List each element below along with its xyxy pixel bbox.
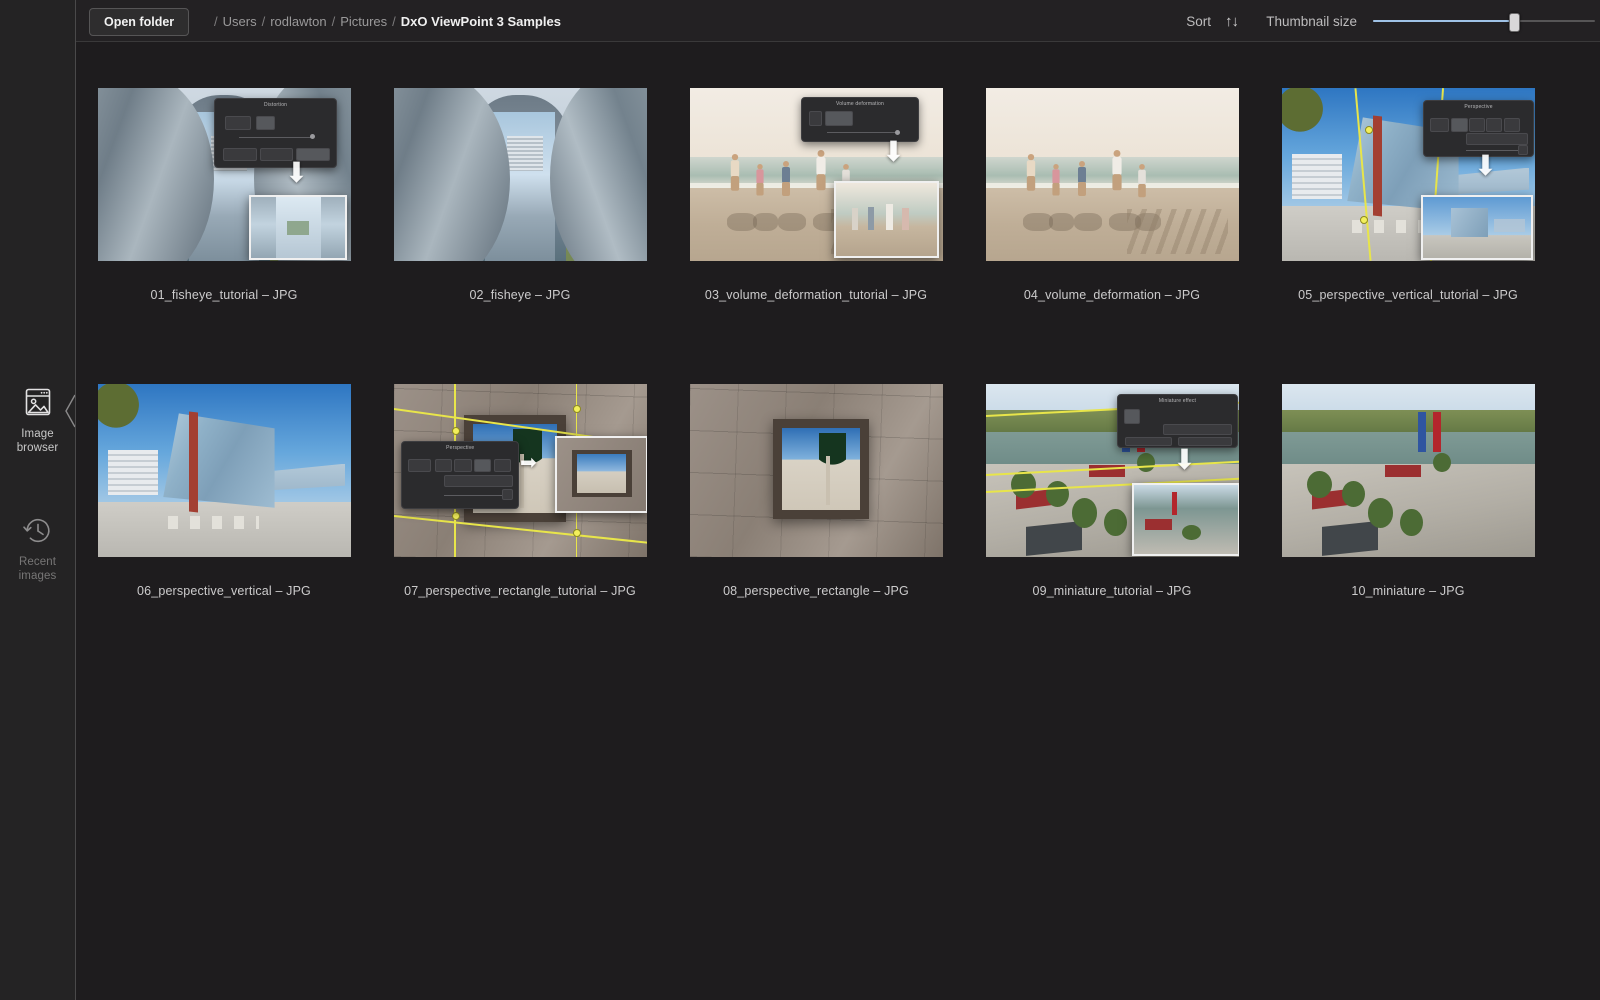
breadcrumb-crumb-rodlawton[interactable]: rodlawton <box>270 14 326 29</box>
overlay-result-preview <box>1421 195 1534 260</box>
overlay-arrow-right-icon: ➡ <box>520 453 537 473</box>
thumbnail-image[interactable]: Miniature effect ⬇ <box>986 384 1239 557</box>
overlay-arrow-down-icon: ⬇ <box>1474 152 1497 180</box>
thumbnail-cell[interactable]: 10_miniature – JPG <box>1260 384 1556 598</box>
breadcrumb-separator: / <box>392 14 396 29</box>
overlay-panel-title: Perspective <box>1424 104 1533 110</box>
overlay-panel: Distortion <box>214 98 337 167</box>
open-folder-label: Open folder <box>104 15 174 29</box>
thumbnail-size-slider[interactable] <box>1373 12 1595 30</box>
perspective-guide-node <box>573 405 581 413</box>
breadcrumb-crumb-pictures[interactable]: Pictures <box>340 14 387 29</box>
thumbnail-caption: 10_miniature – JPG <box>1260 584 1556 598</box>
overlay-panel: Perspective <box>1423 100 1534 157</box>
thumbnail-caption: 02_fisheye – JPG <box>372 288 668 302</box>
overlay-arrow-down-icon: ⬇ <box>882 138 905 166</box>
overlay-panel: Perspective <box>401 441 519 509</box>
thumbnail-image[interactable]: Perspective ➡ <box>394 384 647 557</box>
overlay-panel: Miniature effect <box>1117 394 1238 448</box>
thumbnail-size-label: Thumbnail size <box>1266 14 1357 29</box>
perspective-guide-node <box>452 427 460 435</box>
thumbnail-image[interactable]: Perspective ⬇ <box>1282 88 1535 261</box>
thumbnail-cell[interactable]: Perspective ⬇ 05_perspective_vertical_tu… <box>1260 88 1556 302</box>
image-browser-icon <box>20 386 56 420</box>
overlay-panel-title: Distortion <box>215 102 336 108</box>
left-sidebar: Image browser Recent images <box>0 0 75 1000</box>
overlay-result-preview <box>555 436 646 513</box>
thumbnail-image[interactable] <box>986 88 1239 261</box>
overlay-panel-title: Volume deformation <box>802 101 918 107</box>
sort-control-group: Sort ↑↓ <box>1186 0 1238 42</box>
sort-direction-icon[interactable]: ↑↓ <box>1225 13 1238 30</box>
breadcrumb-separator: / <box>262 14 266 29</box>
overlay-panel: Volume deformation <box>801 97 919 142</box>
thumbnail-image[interactable]: Volume deformation ⬇ <box>690 88 943 261</box>
breadcrumb-separator: / <box>214 14 218 29</box>
thumbnail-caption: 09_miniature_tutorial – JPG <box>964 584 1260 598</box>
breadcrumb-crumb-current: DxO ViewPoint 3 Samples <box>401 14 561 29</box>
overlay-panel-title: Perspective <box>402 445 518 451</box>
overlay-arrow-down-icon: ⬇ <box>1173 446 1196 474</box>
sidebar-item-label-line2: browser <box>17 442 59 454</box>
thumbnail-cell[interactable]: Volume deformation ⬇ 03_volume_deformati… <box>668 88 964 302</box>
perspective-guide-node <box>452 512 460 520</box>
overlay-result-preview <box>249 195 347 260</box>
breadcrumb-crumb-users[interactable]: Users <box>223 14 257 29</box>
thumbnail-image[interactable] <box>394 88 647 261</box>
image-browser-window: Image browser Recent images Ope <box>0 0 1600 1000</box>
thumbnail-image[interactable] <box>98 384 351 557</box>
overlay-panel-title: Miniature effect <box>1118 398 1237 404</box>
slider-track-fill <box>1373 20 1513 22</box>
overlay-arrow-down-icon: ⬇ <box>285 159 308 187</box>
breadcrumb-separator: / <box>332 14 336 29</box>
thumbnail-caption: 08_perspective_rectangle – JPG <box>668 584 964 598</box>
thumbnail-caption: 03_volume_deformation_tutorial – JPG <box>668 288 964 302</box>
slider-handle[interactable] <box>1509 13 1520 32</box>
thumbnail-cell[interactable]: 04_volume_deformation – JPG <box>964 88 1260 302</box>
sidebar-item-label-line2: images <box>19 570 57 582</box>
breadcrumb: / Users / rodlawton / Pictures / DxO Vie… <box>209 0 561 42</box>
overlay-result-preview <box>1132 483 1238 556</box>
thumbnail-cell[interactable]: 02_fisheye – JPG <box>372 88 668 302</box>
thumbnail-size-control-group: Thumbnail size <box>1266 0 1595 42</box>
thumbnail-image[interactable] <box>1282 384 1535 557</box>
thumbnail-grid: Distortion ⬇ 01_fisheye_tutorial – JPG 0… <box>76 43 1600 1000</box>
thumbnail-caption: 04_volume_deformation – JPG <box>964 288 1260 302</box>
sidebar-item-recent-images[interactable]: Recent images <box>0 514 75 583</box>
thumbnail-caption: 06_perspective_vertical – JPG <box>76 584 372 598</box>
thumbnail-cell[interactable]: Distortion ⬇ 01_fisheye_tutorial – JPG <box>76 88 372 302</box>
clock-history-icon <box>20 514 56 548</box>
sidebar-item-label-line1: Image <box>21 428 53 440</box>
thumbnail-cell[interactable]: Miniature effect ⬇ 09_miniature_tutorial… <box>964 384 1260 598</box>
thumbnail-caption: 01_fisheye_tutorial – JPG <box>76 288 372 302</box>
open-folder-button[interactable]: Open folder <box>89 8 189 36</box>
perspective-guide-node <box>1360 216 1368 224</box>
thumbnail-caption: 07_perspective_rectangle_tutorial – JPG <box>372 584 668 598</box>
perspective-guide-node <box>1365 126 1373 134</box>
thumbnail-image[interactable] <box>690 384 943 557</box>
toolbar: Open folder / Users / rodlawton / Pictur… <box>76 0 1600 42</box>
thumbnail-caption: 05_perspective_vertical_tutorial – JPG <box>1260 288 1556 302</box>
thumbnail-cell[interactable]: Perspective ➡ 07_perspective_rectangle_t… <box>372 384 668 598</box>
thumbnail-cell[interactable]: 06_perspective_vertical – JPG <box>76 384 372 598</box>
thumbnail-image[interactable]: Distortion ⬇ <box>98 88 351 261</box>
sidebar-item-label-line1: Recent <box>19 556 56 568</box>
sort-label[interactable]: Sort <box>1186 14 1211 29</box>
overlay-result-preview <box>834 181 939 258</box>
thumbnail-cell[interactable]: 08_perspective_rectangle – JPG <box>668 384 964 598</box>
